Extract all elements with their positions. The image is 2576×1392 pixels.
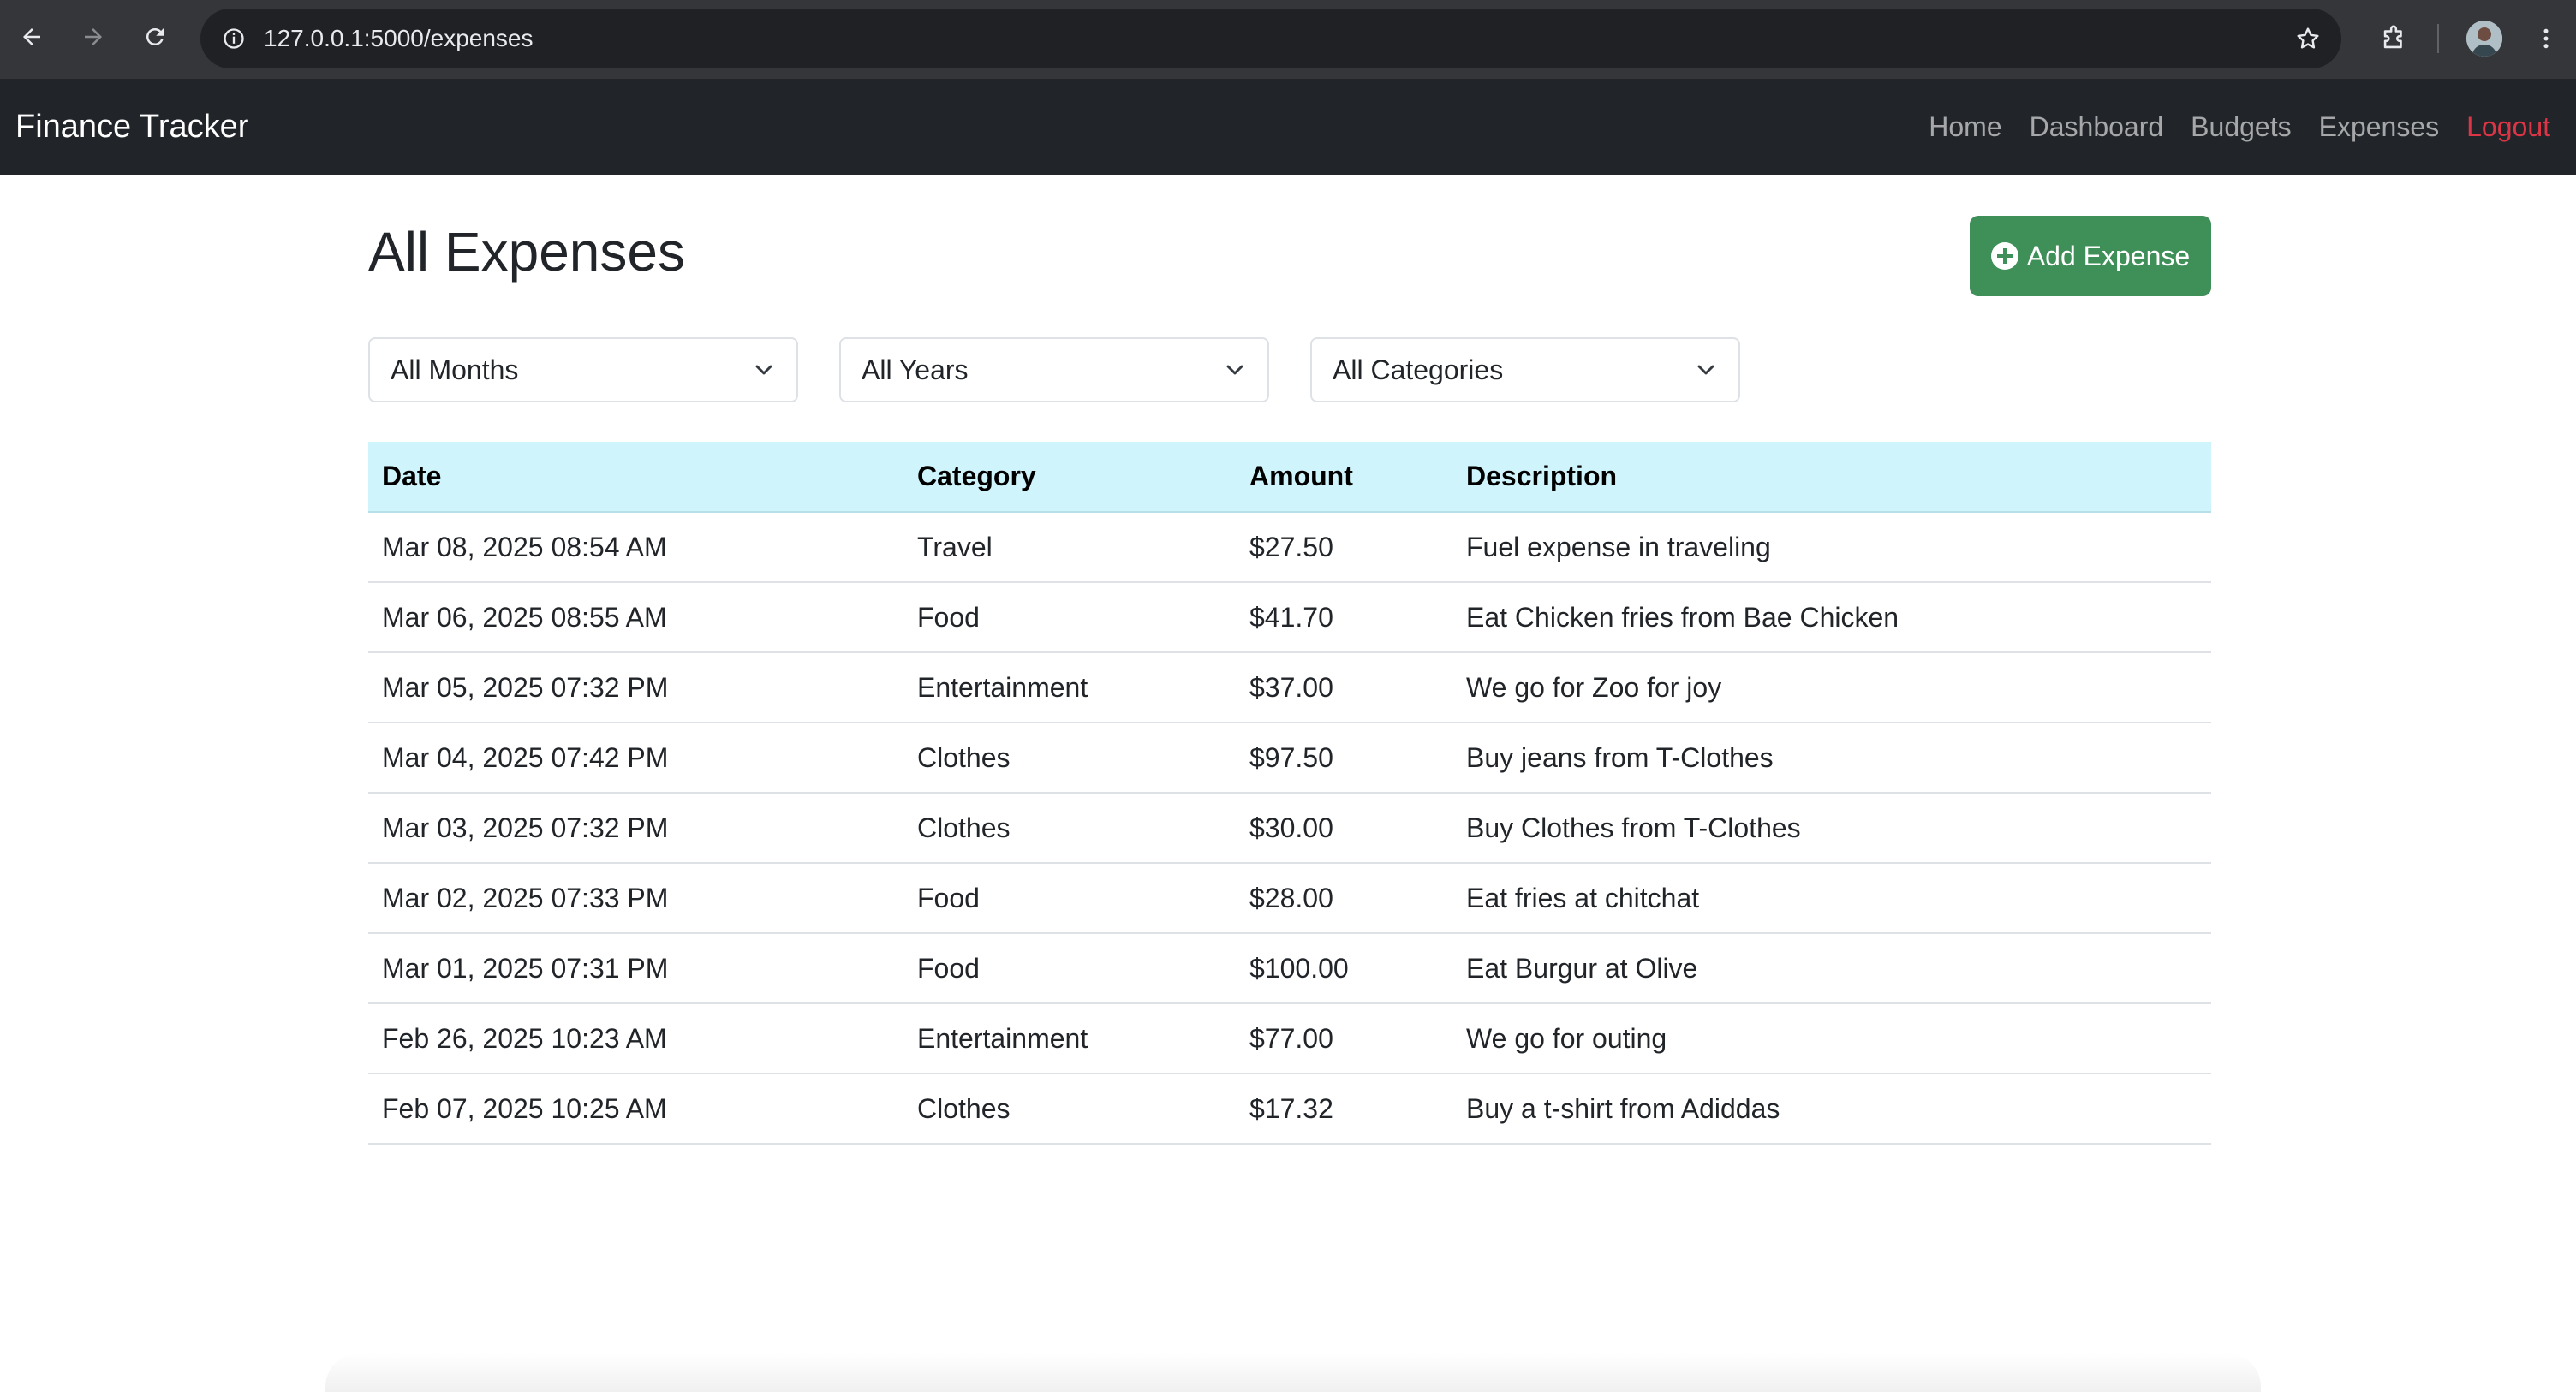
cell-description: Eat Burgur at Olive [1452, 933, 2211, 1004]
chevron-down-icon [1226, 365, 1243, 375]
category-filter-select[interactable]: All Categories [1310, 337, 1740, 402]
browser-toolbar: 127.0.0.1:5000/expenses [0, 0, 2576, 79]
forward-icon[interactable] [74, 17, 113, 57]
cell-description: Buy jeans from T-Clothes [1452, 723, 2211, 794]
category-filter-value: All Categories [1333, 354, 1504, 385]
app-navbar: Finance Tracker Home Dashboard Budgets E… [0, 79, 2576, 175]
nav-budgets-link[interactable]: Budgets [2191, 111, 2291, 143]
nav-expenses-link[interactable]: Expenses [2319, 111, 2440, 143]
back-icon[interactable] [12, 17, 51, 57]
extensions-icon[interactable] [2372, 17, 2415, 60]
cell-date: Mar 04, 2025 07:42 PM [368, 723, 903, 794]
cell-date: Mar 06, 2025 08:55 AM [368, 582, 903, 653]
page-title: All Expenses [368, 221, 685, 283]
column-header-description: Description [1452, 442, 2211, 513]
nav-logout-link[interactable]: Logout [2466, 111, 2550, 143]
column-header-amount: Amount [1236, 442, 1452, 513]
cell-amount: $30.00 [1236, 793, 1452, 864]
cell-category: Food [903, 863, 1236, 934]
chevron-down-icon [755, 365, 772, 375]
cell-category: Clothes [903, 1074, 1236, 1145]
add-expense-label: Add Expense [2026, 240, 2191, 271]
cell-date: Mar 05, 2025 07:32 PM [368, 652, 903, 723]
cell-amount: $28.00 [1236, 863, 1452, 934]
month-filter-select[interactable]: All Months [368, 337, 798, 402]
profile-avatar[interactable] [2466, 21, 2502, 57]
cell-date: Mar 02, 2025 07:33 PM [368, 863, 903, 934]
table-row: Feb 26, 2025 10:23 AM Entertainment $77.00… [368, 1003, 2211, 1074]
address-bar[interactable]: 127.0.0.1:5000/expenses [200, 9, 2341, 68]
cell-amount: $41.70 [1236, 582, 1452, 653]
year-filter-select[interactable]: All Years [839, 337, 1269, 402]
plus-circle-icon [1990, 242, 2018, 270]
chevron-down-icon [1697, 365, 1714, 375]
table-row: Mar 05, 2025 07:32 PM Entertainment $37.00… [368, 652, 2211, 723]
nav-home-link[interactable]: Home [1929, 111, 2001, 143]
cell-amount: $17.32 [1236, 1074, 1452, 1145]
reload-icon[interactable] [135, 17, 175, 57]
table-row: Mar 06, 2025 08:55 AM Food $41.70 Eat Chick… [368, 582, 2211, 653]
cell-description: Buy a t-shirt from Adiddas [1452, 1074, 2211, 1145]
bookmark-star-icon[interactable] [2288, 19, 2328, 58]
column-header-date: Date [368, 442, 903, 513]
expenses-table: Date Category Amount Description Mar 08,… [368, 442, 2211, 1145]
table-row: Mar 04, 2025 07:42 PM Clothes $97.50 Buy je… [368, 723, 2211, 794]
cell-amount: $97.50 [1236, 723, 1452, 794]
table-header-row: Date Category Amount Description [368, 442, 2211, 513]
site-info-icon[interactable] [214, 19, 253, 58]
table-row: Mar 03, 2025 07:32 PM Clothes $30.00 Buy Cl… [368, 793, 2211, 864]
cell-date: Feb 07, 2025 10:25 AM [368, 1074, 903, 1145]
column-header-category: Category [903, 442, 1236, 513]
cell-description: Buy Clothes from T-Clothes [1452, 793, 2211, 864]
kebab-menu-icon[interactable] [2525, 17, 2567, 60]
brand-logo[interactable]: Finance Tracker [15, 79, 248, 175]
cell-category: Entertainment [903, 652, 1236, 723]
cell-category: Clothes [903, 723, 1236, 794]
table-row: Mar 01, 2025 07:31 PM Food $100.00 Eat Burg… [368, 933, 2211, 1004]
table-row: Feb 07, 2025 10:25 AM Clothes $17.32 Buy a … [368, 1074, 2211, 1145]
nav-links: Home Dashboard Budgets Expenses Logout [1929, 79, 2550, 175]
table-row: Mar 02, 2025 07:33 PM Food $28.00 Eat fries… [368, 863, 2211, 934]
cell-amount: $37.00 [1236, 652, 1452, 723]
cell-description: Eat Chicken fries from Bae Chicken [1452, 582, 2211, 653]
cell-category: Travel [903, 512, 1236, 583]
year-filter-value: All Years [862, 354, 969, 385]
cell-description: We go for outing [1452, 1003, 2211, 1074]
cell-category: Clothes [903, 793, 1236, 864]
month-filter-value: All Months [391, 354, 519, 385]
cell-date: Mar 03, 2025 07:32 PM [368, 793, 903, 864]
cell-amount: $77.00 [1236, 1003, 1452, 1074]
cell-amount: $100.00 [1236, 933, 1452, 1004]
cell-amount: $27.50 [1236, 512, 1452, 583]
cell-date: Feb 26, 2025 10:23 AM [368, 1003, 903, 1074]
cell-date: Mar 08, 2025 08:54 AM [368, 512, 903, 583]
url-text[interactable]: 127.0.0.1:5000/expenses [264, 9, 533, 68]
cell-category: Food [903, 933, 1236, 1004]
toolbar-divider [2437, 24, 2439, 53]
add-expense-button[interactable]: Add Expense [1970, 216, 2211, 296]
cell-date: Mar 01, 2025 07:31 PM [368, 933, 903, 1004]
filter-bar: All Months All Years All Categories [368, 337, 1740, 402]
cell-category: Entertainment [903, 1003, 1236, 1074]
cell-description: Fuel expense in traveling [1452, 512, 2211, 583]
table-row: Mar 08, 2025 08:54 AM Travel $27.50 Fuel ex… [368, 512, 2211, 583]
cell-description: We go for Zoo for joy [1452, 652, 2211, 723]
page-bottom-shadow [325, 1353, 2261, 1392]
cell-description: Eat fries at chitchat [1452, 863, 2211, 934]
nav-dashboard-link[interactable]: Dashboard [2030, 111, 2164, 143]
cell-category: Food [903, 582, 1236, 653]
